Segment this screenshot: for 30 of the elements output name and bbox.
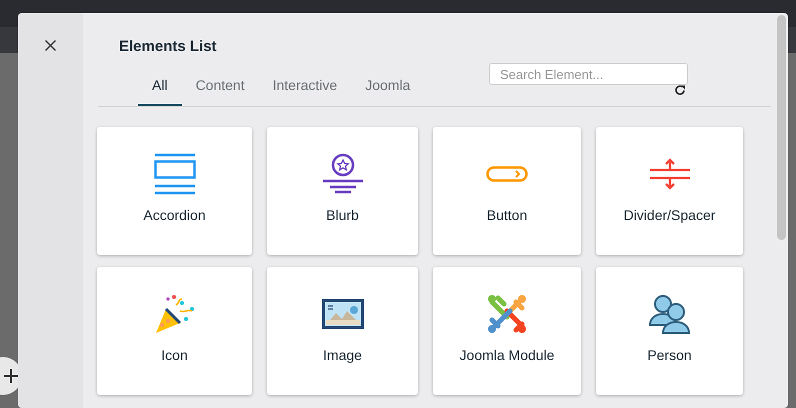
element-label: Joomla Module — [460, 346, 554, 365]
element-card[interactable]: Accordion — [97, 127, 252, 255]
element-label: Divider/Spacer — [624, 206, 716, 225]
users-icon — [648, 293, 690, 335]
refresh-icon[interactable] — [674, 84, 686, 96]
element-card[interactable]: Divider/Spacer — [596, 127, 743, 255]
close-button[interactable] — [42, 37, 58, 53]
tab[interactable]: Joomla — [351, 71, 424, 107]
element-card[interactable]: Icon — [97, 267, 252, 395]
accordion-icon — [154, 153, 196, 195]
tab[interactable]: Interactive — [258, 71, 352, 107]
element-card[interactable]: Blurb — [267, 127, 418, 255]
element-label: Blurb — [326, 206, 359, 225]
search-field[interactable]: Search Element... — [489, 63, 688, 85]
element-card[interactable]: Image — [267, 267, 418, 395]
medal-icon — [322, 153, 364, 195]
dialog-title: Elements List — [119, 37, 218, 57]
element-card[interactable]: Joomla Module — [433, 267, 581, 395]
element-label: Image — [323, 346, 362, 365]
element-card[interactable]: Person — [596, 267, 743, 395]
plus-icon — [4, 369, 18, 383]
element-card[interactable]: Button — [433, 127, 581, 255]
party-popper-icon — [154, 293, 196, 335]
element-label: Accordion — [143, 206, 206, 225]
element-label: Button — [486, 206, 528, 225]
element-label: Person — [647, 346, 692, 365]
tab[interactable]: Content — [182, 71, 259, 107]
element-label: Icon — [161, 346, 188, 365]
close-icon — [45, 40, 56, 50]
scrollbar[interactable] — [777, 15, 786, 240]
